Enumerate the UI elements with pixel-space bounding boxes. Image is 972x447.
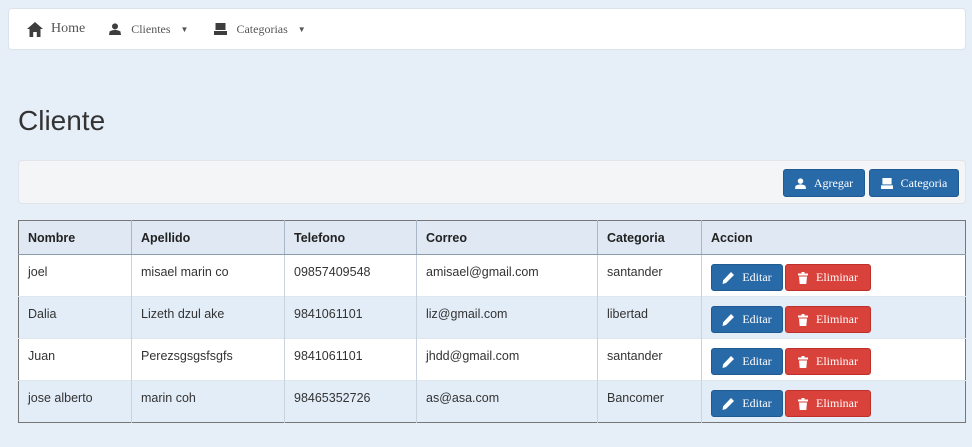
- table-header-row: Nombre Apellido Telefono Correo Categori…: [18, 220, 966, 255]
- hdd-icon: [212, 21, 228, 37]
- toolbar: Agregar Categoria: [18, 160, 966, 204]
- cell-apellido: Perezsgsgsfsgfs: [131, 338, 285, 381]
- caret-down-icon: ▼: [180, 24, 189, 34]
- header-accion: Accion: [701, 220, 966, 255]
- nav-categorias-label: Categorias: [236, 21, 288, 36]
- agregar-label: Agregar: [813, 175, 854, 190]
- editar-button[interactable]: Editar: [711, 348, 783, 375]
- cell-telefono: 9841061101: [284, 296, 417, 339]
- cell-apellido: Lizeth dzul ake: [131, 296, 285, 339]
- editar-button[interactable]: Editar: [711, 390, 783, 417]
- header-telefono: Telefono: [284, 220, 417, 255]
- trash-icon: [798, 355, 808, 368]
- user-icon: [794, 177, 806, 189]
- hdd-icon: [880, 177, 893, 189]
- navbar: Home Clientes ▼ Categorias ▼: [8, 8, 966, 50]
- eliminar-button[interactable]: Eliminar: [785, 390, 871, 417]
- nav-home[interactable]: Home: [27, 21, 85, 37]
- header-correo: Correo: [416, 220, 598, 255]
- cell-correo: jhdd@gmail.com: [416, 338, 598, 381]
- home-icon: [27, 21, 43, 37]
- pencil-icon: [722, 313, 735, 326]
- page-title: Cliente: [18, 105, 106, 136]
- nav-clientes-label: Clientes: [131, 21, 171, 36]
- cell-apellido: misael marin co: [131, 254, 285, 297]
- editar-label: Editar: [742, 354, 772, 368]
- cell-correo: as@asa.com: [416, 380, 598, 423]
- cell-nombre: joel: [18, 254, 132, 297]
- agregar-button[interactable]: Agregar: [783, 169, 865, 197]
- cell-correo: amisael@gmail.com: [416, 254, 598, 297]
- cell-accion: Editar Eliminar: [701, 380, 966, 423]
- eliminar-label: Eliminar: [816, 312, 858, 326]
- pencil-icon: [722, 397, 735, 410]
- categoria-label: Categoria: [900, 175, 948, 190]
- caret-down-icon: ▼: [297, 24, 306, 34]
- trash-icon: [798, 271, 808, 284]
- header-nombre: Nombre: [18, 220, 132, 255]
- nav-clientes-dropdown[interactable]: Clientes ▼: [107, 21, 188, 37]
- cell-accion: Editar Eliminar: [701, 338, 966, 381]
- cell-categoria: Bancomer: [597, 380, 702, 423]
- cell-telefono: 09857409548: [284, 254, 417, 297]
- editar-label: Editar: [742, 270, 772, 284]
- cell-nombre: jose alberto: [18, 380, 132, 423]
- eliminar-button[interactable]: Eliminar: [785, 348, 871, 375]
- cell-categoria: santander: [597, 254, 702, 297]
- pencil-icon: [722, 271, 735, 284]
- cell-accion: Editar Eliminar: [701, 254, 966, 297]
- nav-categorias-dropdown[interactable]: Categorias ▼: [212, 21, 306, 37]
- cell-categoria: santander: [597, 338, 702, 381]
- table-row: joel misael marin co 09857409548 amisael…: [18, 254, 966, 297]
- eliminar-label: Eliminar: [816, 354, 858, 368]
- cell-telefono: 98465352726: [284, 380, 417, 423]
- cell-correo: liz@gmail.com: [416, 296, 598, 339]
- eliminar-label: Eliminar: [816, 270, 858, 284]
- table-row: Dalia Lizeth dzul ake 9841061101 liz@gma…: [18, 296, 966, 339]
- trash-icon: [798, 397, 808, 410]
- editar-button[interactable]: Editar: [711, 306, 783, 333]
- clientes-table: Nombre Apellido Telefono Correo Categori…: [18, 220, 966, 423]
- table-row: jose alberto marin coh 98465352726 as@as…: [18, 380, 966, 423]
- header-apellido: Apellido: [131, 220, 285, 255]
- user-icon: [107, 21, 123, 37]
- cell-categoria: libertad: [597, 296, 702, 339]
- trash-icon: [798, 313, 808, 326]
- eliminar-button[interactable]: Eliminar: [785, 306, 871, 333]
- categoria-button[interactable]: Categoria: [869, 169, 959, 197]
- editar-label: Editar: [742, 312, 772, 326]
- cell-nombre: Juan: [18, 338, 132, 381]
- nav-home-label: Home: [51, 21, 86, 36]
- editar-button[interactable]: Editar: [711, 264, 783, 291]
- cell-nombre: Dalia: [18, 296, 132, 339]
- cell-apellido: marin coh: [131, 380, 285, 423]
- editar-label: Editar: [742, 396, 772, 410]
- eliminar-button[interactable]: Eliminar: [785, 264, 871, 291]
- cell-accion: Editar Eliminar: [701, 296, 966, 339]
- eliminar-label: Eliminar: [816, 396, 858, 410]
- table-row: Juan Perezsgsgsfsgfs 9841061101 jhdd@gma…: [18, 338, 966, 381]
- pencil-icon: [722, 355, 735, 368]
- header-categoria: Categoria: [597, 220, 702, 255]
- cell-telefono: 9841061101: [284, 338, 417, 381]
